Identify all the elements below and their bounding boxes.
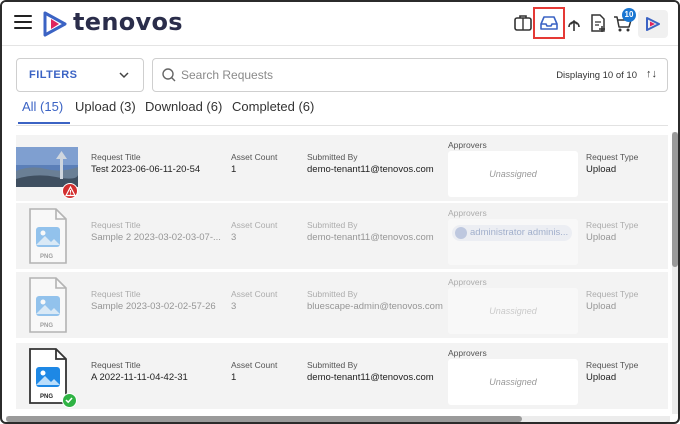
png-file-icon: PNG <box>16 274 78 336</box>
approver-value: Unassigned <box>489 306 537 316</box>
tab-completed[interactable]: Completed (6) <box>232 99 314 114</box>
request-title-label: Request Title <box>91 360 141 370</box>
asset-count-label: Asset Count <box>231 289 278 299</box>
submitted-by: demo-tenant11@tenovos.com <box>307 164 434 175</box>
vertical-scrollbar-thumb[interactable] <box>672 132 678 267</box>
vertical-scrollbar[interactable] <box>672 132 678 414</box>
approver-chip[interactable]: administrator adminis... <box>452 225 572 241</box>
file-type-label: PNG <box>40 323 54 329</box>
request-type-label: Request Type <box>586 220 639 230</box>
asset-count-label: Asset Count <box>231 360 278 370</box>
success-status-icon <box>62 393 77 408</box>
brand-logo-icon <box>42 10 68 38</box>
asset-count-label: Asset Count <box>231 152 278 162</box>
cart-count-badge: 10 <box>622 8 636 22</box>
request-title-label: Request Title <box>91 220 141 230</box>
cart-icon[interactable]: 10 <box>612 8 636 34</box>
approver-value: Unassigned <box>489 377 537 387</box>
request-type: Upload <box>586 232 617 243</box>
horizontal-scrollbar[interactable] <box>6 416 670 422</box>
request-type-label: Request Type <box>586 152 639 162</box>
tab-upload[interactable]: Upload (3) <box>75 99 136 114</box>
file-type-label: PNG <box>40 394 54 400</box>
request-type: Upload <box>586 301 617 312</box>
warning-status-icon <box>62 183 78 199</box>
chevron-down-icon <box>117 68 131 87</box>
search-icon <box>161 67 177 88</box>
submitted-by-label: Submitted By <box>307 289 358 299</box>
request-title[interactable]: Test 2023-06-06-11-20-54 <box>91 164 221 175</box>
request-type-label: Request Type <box>586 289 639 299</box>
asset-thumbnail <box>16 137 78 199</box>
active-tab-indicator <box>18 122 70 124</box>
submitted-by: demo-tenant11@tenovos.com <box>307 232 434 243</box>
search-box[interactable]: Displaying 10 of 10 ↑↓ <box>152 58 668 92</box>
menu-icon[interactable] <box>14 15 32 29</box>
request-type: Upload <box>586 164 617 175</box>
png-file-icon: PNG <box>16 345 78 408</box>
inbox-icon[interactable] <box>533 7 565 39</box>
submitted-by-label: Submitted By <box>307 360 358 370</box>
avatar-icon <box>455 227 467 239</box>
request-title[interactable]: Sample 2 2023-03-02-03-07-... <box>91 232 221 243</box>
approvers-field[interactable]: Unassigned <box>448 359 578 405</box>
filters-label: FILTERS <box>29 69 78 81</box>
approvers-field[interactable]: administrator adminis... <box>448 219 578 265</box>
request-title[interactable]: Sample 2023-03-02-02-57-26 <box>91 301 221 312</box>
table-row[interactable]: PNG Request Title Sample 2 2023-03-02-03… <box>16 203 668 269</box>
upload-icon[interactable] <box>563 12 585 34</box>
filters-dropdown[interactable]: FILTERS <box>16 58 144 92</box>
file-type-label: PNG <box>40 254 54 260</box>
approver-name: administrator adminis... <box>470 227 569 238</box>
approvers-label: Approvers <box>448 140 487 150</box>
document-add-icon[interactable] <box>587 12 609 34</box>
sort-toggle-icon[interactable]: ↑↓ <box>646 68 657 80</box>
submitted-by: demo-tenant11@tenovos.com <box>307 372 434 383</box>
request-type-label: Request Type <box>586 360 639 370</box>
asset-count: 3 <box>231 232 237 243</box>
tab-all[interactable]: All (15) <box>22 99 63 114</box>
request-title-label: Request Title <box>91 289 141 299</box>
table-row[interactable]: PNG Request Title Sample 2023-03-02-02-5… <box>16 272 668 338</box>
horizontal-scrollbar-thumb[interactable] <box>6 416 522 422</box>
approvers-label: Approvers <box>448 208 487 218</box>
search-input[interactable] <box>181 66 511 84</box>
request-title-label: Request Title <box>91 152 141 162</box>
request-type: Upload <box>586 372 617 383</box>
approvers-label: Approvers <box>448 348 487 358</box>
asset-count: 1 <box>231 372 237 383</box>
results-count: Displaying 10 of 10 <box>556 70 637 81</box>
asset-count: 3 <box>231 301 237 312</box>
submitted-by: bluescape-admin@tenovos.com <box>307 301 443 312</box>
app-window: tenovos 10 FILTERS Displayin <box>0 0 680 424</box>
asset-count-label: Asset Count <box>231 220 278 230</box>
submitted-by-label: Submitted By <box>307 152 358 162</box>
approvers-field[interactable]: Unassigned <box>448 288 578 334</box>
table-row[interactable]: Request Title Test 2023-06-06-11-20-54 A… <box>16 135 668 201</box>
app-logo-icon[interactable] <box>638 10 668 38</box>
asset-count: 1 <box>231 164 237 175</box>
request-title[interactable]: A 2022-11-11-04-42-31 <box>91 372 221 383</box>
tab-download[interactable]: Download (6) <box>145 99 222 114</box>
approvers-field[interactable]: Unassigned <box>448 151 578 197</box>
approvers-label: Approvers <box>448 277 487 287</box>
table-row[interactable]: PNG Request Title A 2022-11-11-04-42-31 … <box>16 343 668 409</box>
submitted-by-label: Submitted By <box>307 220 358 230</box>
tabs-divider <box>16 125 668 126</box>
briefcase-icon[interactable] <box>512 12 534 34</box>
approver-value: Unassigned <box>489 169 537 179</box>
png-file-icon: PNG <box>16 205 78 267</box>
brand-name[interactable]: tenovos <box>73 8 183 36</box>
top-bar: tenovos 10 <box>2 2 678 46</box>
